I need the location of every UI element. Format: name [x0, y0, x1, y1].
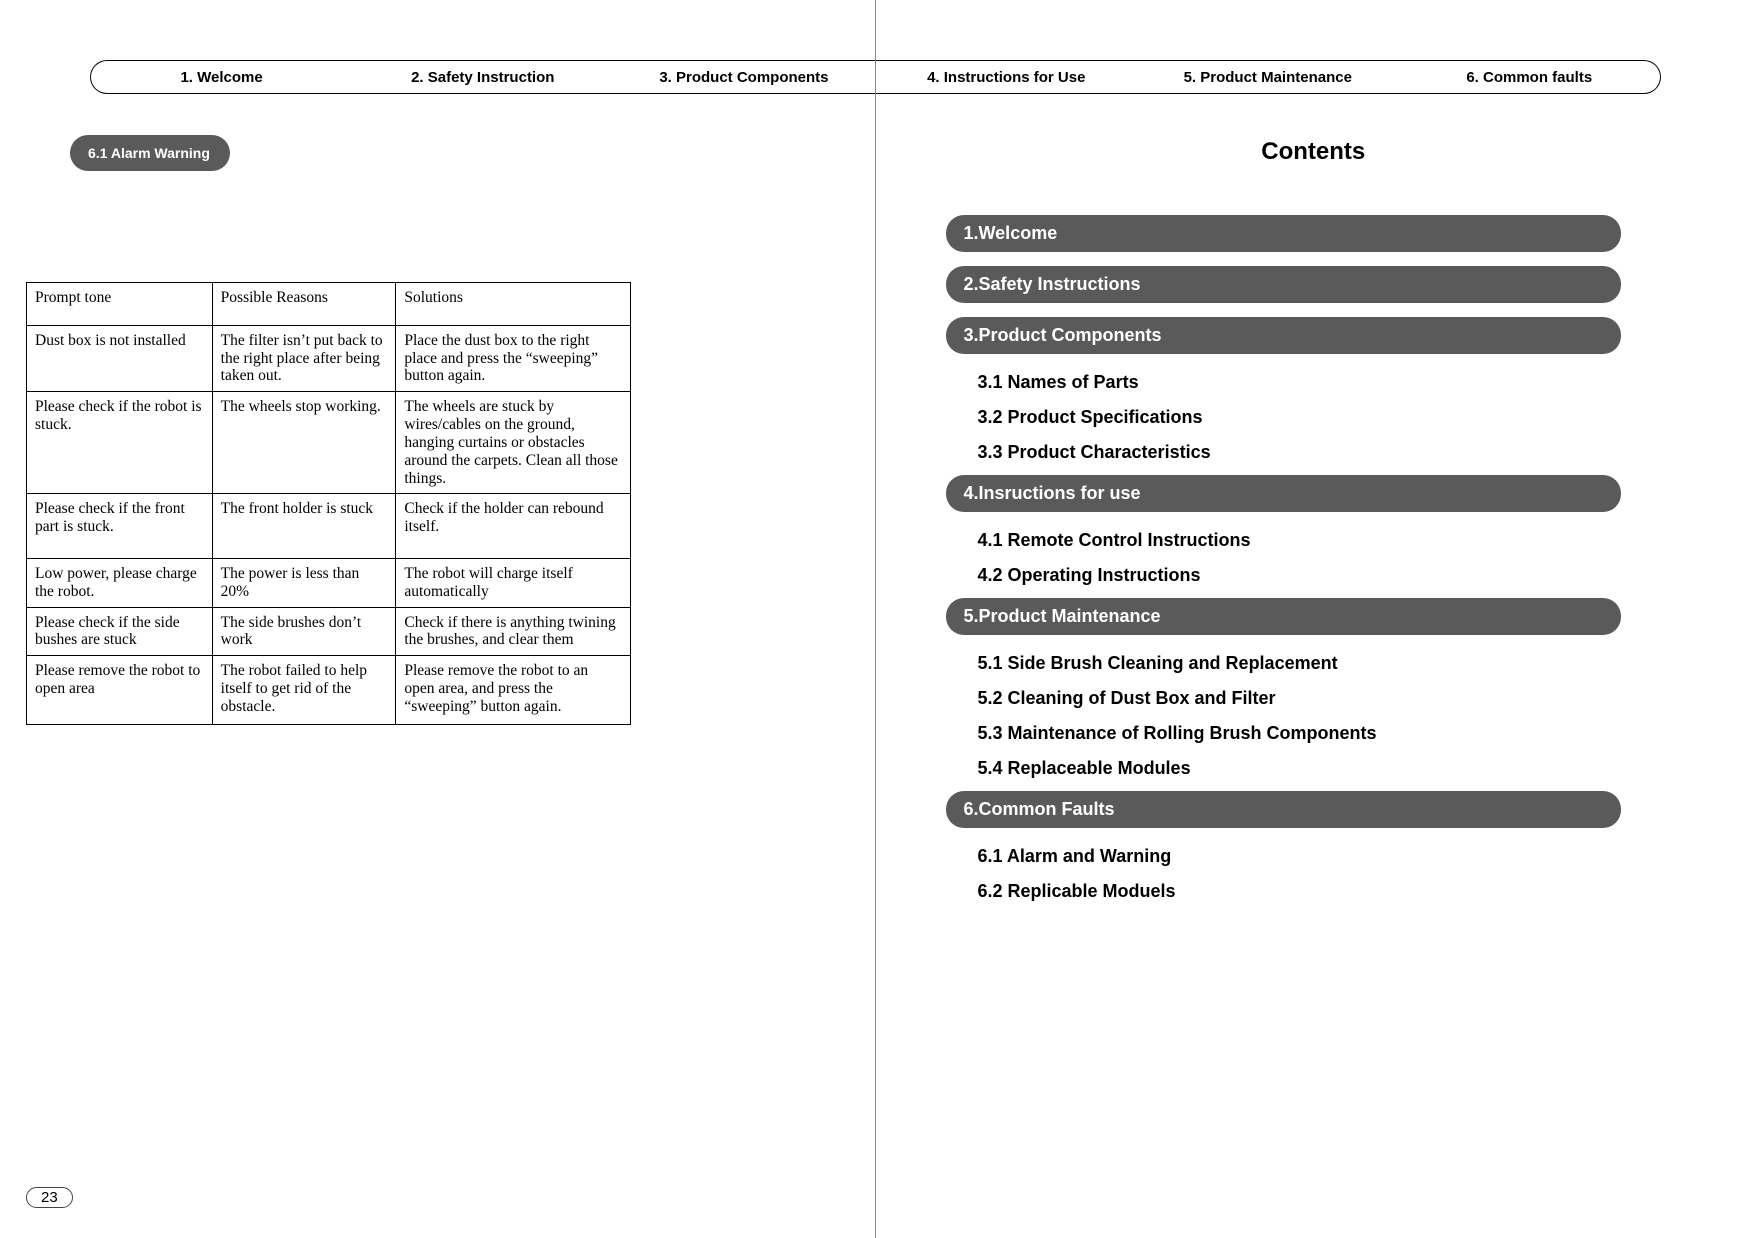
- toc-sub: 5.4 Replaceable Modules: [946, 754, 1622, 783]
- section-badge: 6.1 Alarm Warning: [70, 135, 230, 171]
- toc-pill-welcome: 1.Welcome: [946, 215, 1622, 252]
- toc-group: 1.Welcome: [946, 215, 1622, 252]
- cell: The robot will charge itself automatical…: [396, 558, 631, 607]
- table-row: Please check if the side bushes are stuc…: [27, 607, 631, 656]
- col-header-prompt: Prompt tone: [27, 283, 213, 326]
- tab-faults: 6. Common faults: [1399, 69, 1661, 86]
- toc-group: 6.Common Faults 6.1 Alarm and Warning 6.…: [946, 791, 1622, 906]
- col-header-solutions: Solutions: [396, 283, 631, 326]
- toc-sub: 5.1 Side Brush Cleaning and Replacement: [946, 649, 1622, 678]
- cell: Dust box is not installed: [27, 325, 213, 391]
- cell: The power is less than 20%: [212, 558, 396, 607]
- cell: The side brushes don’t work: [212, 607, 396, 656]
- tab-safety: 2. Safety Instruction: [352, 69, 613, 86]
- toc-pill-safety: 2.Safety Instructions: [946, 266, 1622, 303]
- tab-components: 3. Product Components: [613, 69, 874, 86]
- table-header-row: Prompt tone Possible Reasons Solutions: [27, 283, 631, 326]
- toc-sub: 5.3 Maintenance of Rolling Brush Compone…: [946, 719, 1622, 748]
- col-header-reasons: Possible Reasons: [212, 283, 396, 326]
- cell: Please check if the side bushes are stuc…: [27, 607, 213, 656]
- toc-pill-maintenance: 5.Product Maintenance: [946, 598, 1622, 635]
- alarm-warning-table: Prompt tone Possible Reasons Solutions D…: [26, 282, 631, 725]
- cell: The wheels are stuck by wires/cables on …: [396, 392, 631, 494]
- cell: The front holder is stuck: [212, 494, 396, 559]
- toc-sub: 4.2 Operating Instructions: [946, 561, 1622, 590]
- toc-sub: 6.2 Replicable Moduels: [946, 877, 1622, 906]
- toc-pill-faults: 6.Common Faults: [946, 791, 1622, 828]
- cell: Please check if the robot is stuck.: [27, 392, 213, 494]
- page-spread: 1. Welcome 2. Safety Instruction 3. Prod…: [0, 0, 1751, 1238]
- toc-group: 3.Product Components 3.1 Names of Parts …: [946, 317, 1622, 467]
- contents-heading: Contents: [876, 138, 1751, 166]
- cell: Check if there is anything twining the b…: [396, 607, 631, 656]
- cell: Please remove the robot to open area: [27, 656, 213, 725]
- table-of-contents: 1.Welcome 2.Safety Instructions 3.Produc…: [946, 215, 1622, 914]
- table-row: Dust box is not installed The filter isn…: [27, 325, 631, 391]
- table-row: Please check if the front part is stuck.…: [27, 494, 631, 559]
- cell: Please remove the robot to an open area,…: [396, 656, 631, 725]
- toc-group: 4.Insructions for use 4.1 Remote Control…: [946, 475, 1622, 590]
- toc-sub: 6.1 Alarm and Warning: [946, 842, 1622, 871]
- cell: The filter isn’t put back to the right p…: [212, 325, 396, 391]
- cell: The robot failed to help itself to get r…: [212, 656, 396, 725]
- toc-sub: 5.2 Cleaning of Dust Box and Filter: [946, 684, 1622, 713]
- cell: Place the dust box to the right place an…: [396, 325, 631, 391]
- right-page: 4. Instructions for Use 5. Product Maint…: [876, 0, 1751, 1238]
- cell: Check if the holder can rebound itself.: [396, 494, 631, 559]
- table-row: Please remove the robot to open area The…: [27, 656, 631, 725]
- cell: Low power, please charge the robot.: [27, 558, 213, 607]
- toc-pill-components: 3.Product Components: [946, 317, 1622, 354]
- top-tab-bar-right: 4. Instructions for Use 5. Product Maint…: [876, 60, 1662, 94]
- page-number: 23: [26, 1187, 73, 1208]
- table-row: Low power, please charge the robot. The …: [27, 558, 631, 607]
- toc-sub: 3.3 Product Characteristics: [946, 438, 1622, 467]
- tab-maintenance: 5. Product Maintenance: [1137, 69, 1399, 86]
- toc-group: 2.Safety Instructions: [946, 266, 1622, 303]
- tab-instructions-use: 4. Instructions for Use: [876, 69, 1138, 86]
- toc-group: 5.Product Maintenance 5.1 Side Brush Cle…: [946, 598, 1622, 783]
- cell: The wheels stop working.: [212, 392, 396, 494]
- toc-sub: 3.1 Names of Parts: [946, 368, 1622, 397]
- toc-sub: 3.2 Product Specifications: [946, 403, 1622, 432]
- cell: Please check if the front part is stuck.: [27, 494, 213, 559]
- toc-sub: 4.1 Remote Control Instructions: [946, 526, 1622, 555]
- table-row: Please check if the robot is stuck. The …: [27, 392, 631, 494]
- left-page: 1. Welcome 2. Safety Instruction 3. Prod…: [0, 0, 876, 1238]
- tab-welcome: 1. Welcome: [91, 69, 352, 86]
- top-tab-bar-left: 1. Welcome 2. Safety Instruction 3. Prod…: [90, 60, 875, 94]
- toc-pill-instructions: 4.Insructions for use: [946, 475, 1622, 512]
